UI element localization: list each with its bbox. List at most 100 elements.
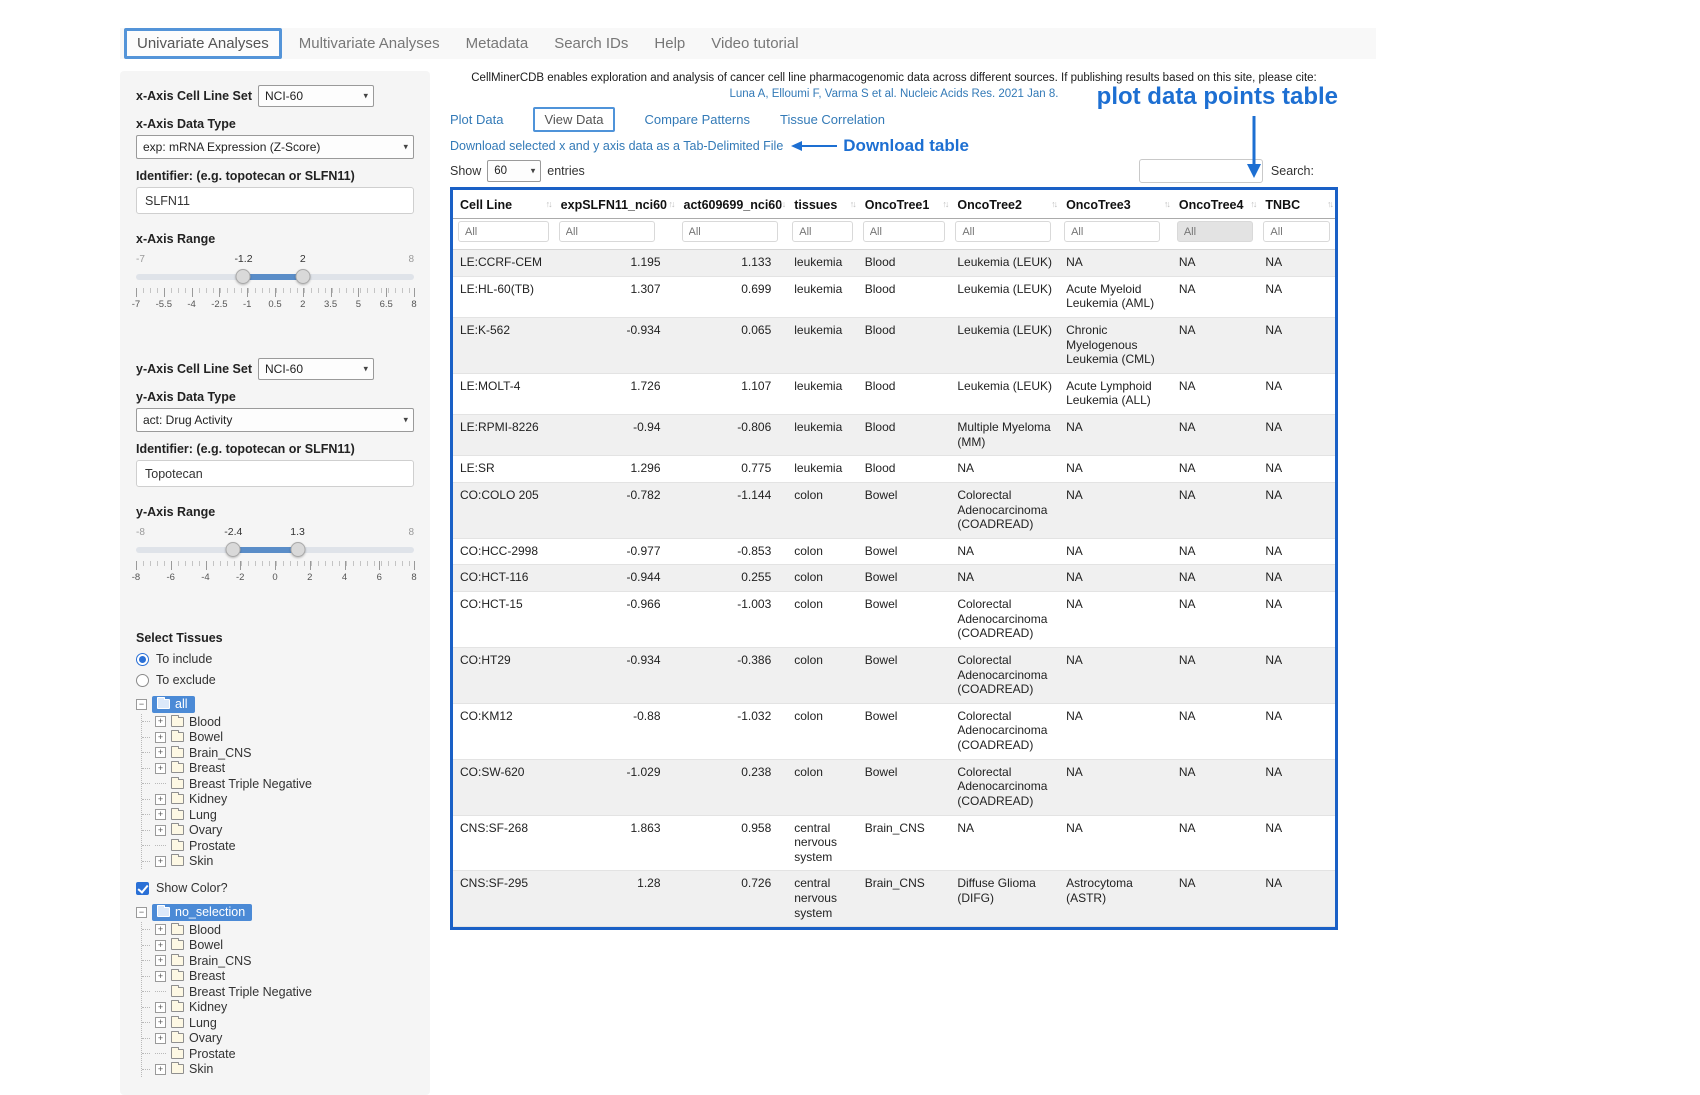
- x-data-type-select[interactable]: exp: mRNA Expression (Z-Score): [136, 135, 414, 159]
- folder-icon: [171, 940, 184, 950]
- slider-handle-to[interactable]: [295, 269, 310, 284]
- nav-tab-multivariate-analyses[interactable]: Multivariate Analyses: [286, 31, 453, 56]
- expand-icon[interactable]: +: [155, 809, 166, 820]
- expand-icon[interactable]: +: [155, 971, 166, 982]
- filter-input-oncotree2[interactable]: [955, 221, 1051, 242]
- expand-icon[interactable]: +: [155, 1017, 166, 1028]
- collapse-icon[interactable]: −: [136, 907, 147, 918]
- col-header-tissues[interactable]: tissues↑↓: [787, 190, 857, 219]
- expand-icon[interactable]: +: [155, 747, 166, 758]
- tree-item-kidney[interactable]: +Kidney: [142, 1000, 414, 1016]
- col-header-oncotree3[interactable]: OncoTree3↑↓: [1059, 190, 1172, 219]
- tree-item-skin[interactable]: +Skin: [142, 1062, 414, 1078]
- tree-item-blood[interactable]: +Blood: [142, 922, 414, 938]
- tree-children: +Blood+Bowel+Brain_CNS+BreastBreast Trip…: [141, 714, 414, 869]
- radio-to-include[interactable]: To include: [136, 652, 414, 666]
- col-header-oncotree4[interactable]: OncoTree4↑↓: [1172, 190, 1259, 219]
- x-cell-line-set-label: x-Axis Cell Line Set: [136, 89, 252, 103]
- expand-icon[interactable]: +: [155, 924, 166, 935]
- search-input[interactable]: [1139, 159, 1263, 183]
- download-link[interactable]: Download selected x and y axis data as a…: [450, 139, 783, 153]
- col-header-act609699-nci60[interactable]: act609699_nci60↑↓: [677, 190, 788, 219]
- col-header-oncotree1[interactable]: OncoTree1↑↓: [858, 190, 951, 219]
- expand-icon[interactable]: +: [155, 1002, 166, 1013]
- table-cell: CNS:SF-295: [453, 871, 554, 927]
- filter-input-cell-line[interactable]: [458, 221, 549, 242]
- table-cell: -0.94: [554, 415, 677, 456]
- tree-item-breast-triple-negative[interactable]: Breast Triple Negative: [142, 776, 414, 792]
- nav-tab-video-tutorial[interactable]: Video tutorial: [698, 31, 811, 56]
- nav-tab-univariate-analyses[interactable]: Univariate Analyses: [124, 28, 282, 59]
- expand-icon[interactable]: +: [155, 732, 166, 743]
- filter-input-oncotree4[interactable]: [1177, 221, 1254, 242]
- tree-item-lung[interactable]: +Lung: [142, 807, 414, 823]
- nav-tab-search-ids[interactable]: Search IDs: [541, 31, 641, 56]
- tree-item-blood[interactable]: +Blood: [142, 714, 414, 730]
- tree-item-brain-cns[interactable]: +Brain_CNS: [142, 745, 414, 761]
- tree-item-breast[interactable]: +Breast: [142, 761, 414, 777]
- filter-input-tissues[interactable]: [792, 221, 852, 242]
- tab-plot-data[interactable]: Plot Data: [450, 112, 503, 127]
- tree-item-bowel[interactable]: +Bowel: [142, 730, 414, 746]
- slider-max-label: 8: [408, 527, 414, 538]
- folder-icon: [171, 925, 184, 935]
- tree-root-all[interactable]: −all: [136, 695, 414, 714]
- filter-input-oncotree3[interactable]: [1064, 221, 1160, 242]
- expand-icon[interactable]: +: [155, 1064, 166, 1075]
- expand-icon[interactable]: +: [155, 794, 166, 805]
- slider-handle-from[interactable]: [226, 542, 241, 557]
- expand-icon[interactable]: +: [155, 825, 166, 836]
- filter-input-expslfn11-nci60[interactable]: [559, 221, 655, 242]
- radio-exclude-label: To exclude: [156, 673, 216, 687]
- tree-item-lung[interactable]: +Lung: [142, 1015, 414, 1031]
- y-cell-line-set-select[interactable]: NCI-60: [258, 358, 374, 380]
- y-data-type-select[interactable]: act: Drug Activity: [136, 408, 414, 432]
- tree-item-prostate[interactable]: Prostate: [142, 1046, 414, 1062]
- filter-input-oncotree1[interactable]: [863, 221, 946, 242]
- entries-select[interactable]: 60: [487, 160, 541, 182]
- x-cell-line-set-select[interactable]: NCI-60: [258, 85, 374, 107]
- x-identifier-input[interactable]: [136, 187, 414, 214]
- y-axis-range-slider[interactable]: -88-2.41.3-8-6-4-202468: [136, 541, 414, 597]
- tree-item-prostate[interactable]: Prostate: [142, 838, 414, 854]
- col-header-tnbc[interactable]: TNBC↑↓: [1258, 190, 1335, 219]
- tree-item-ovary[interactable]: +Ovary: [142, 823, 414, 839]
- nav-tab-help[interactable]: Help: [641, 31, 698, 56]
- slider-handle-to[interactable]: [290, 542, 305, 557]
- tab-view-data[interactable]: View Data: [533, 107, 614, 132]
- expand-icon[interactable]: +: [155, 940, 166, 951]
- tab-tissue-correlation[interactable]: Tissue Correlation: [780, 112, 885, 127]
- nav-tab-metadata[interactable]: Metadata: [453, 31, 542, 56]
- expand-icon[interactable]: +: [155, 856, 166, 867]
- show-color-checkbox[interactable]: Show Color?: [136, 881, 414, 895]
- slider-track[interactable]: [136, 547, 414, 553]
- radio-to-exclude[interactable]: To exclude: [136, 673, 414, 687]
- table-cell: colon: [787, 647, 857, 703]
- slider-track[interactable]: [136, 274, 414, 280]
- expand-icon[interactable]: +: [155, 763, 166, 774]
- col-header-expslfn11-nci60[interactable]: expSLFN11_nci60↑↓: [554, 190, 677, 219]
- tree-item-kidney[interactable]: +Kidney: [142, 792, 414, 808]
- x-axis-range-slider[interactable]: -78-1.22-7-5.5-4-2.5-10.523.556.58: [136, 268, 414, 324]
- col-header-cell-line[interactable]: Cell Line↑↓: [453, 190, 554, 219]
- tree-item-ovary[interactable]: +Ovary: [142, 1031, 414, 1047]
- filter-input-tnbc[interactable]: [1263, 221, 1330, 242]
- collapse-icon[interactable]: −: [136, 699, 147, 710]
- expand-icon[interactable]: +: [155, 1033, 166, 1044]
- tree-item-skin[interactable]: +Skin: [142, 854, 414, 870]
- expand-icon[interactable]: +: [155, 955, 166, 966]
- filter-input-act609699-nci60[interactable]: [682, 221, 778, 242]
- tab-compare-patterns[interactable]: Compare Patterns: [645, 112, 751, 127]
- tree-item-brain-cns[interactable]: +Brain_CNS: [142, 953, 414, 969]
- tree-item-breast-triple-negative[interactable]: Breast Triple Negative: [142, 984, 414, 1000]
- table-cell: -0.782: [554, 482, 677, 538]
- tree-item-bowel[interactable]: +Bowel: [142, 938, 414, 954]
- slider-handle-from[interactable]: [236, 269, 251, 284]
- tree-root-no-selection[interactable]: −no_selection: [136, 903, 414, 922]
- folder-icon: [171, 856, 184, 866]
- table-cell: Colorectal Adenocarcinoma (COADREAD): [950, 703, 1059, 759]
- expand-icon[interactable]: +: [155, 716, 166, 727]
- tree-item-breast[interactable]: +Breast: [142, 969, 414, 985]
- col-header-oncotree2[interactable]: OncoTree2↑↓: [950, 190, 1059, 219]
- y-identifier-input[interactable]: [136, 460, 414, 487]
